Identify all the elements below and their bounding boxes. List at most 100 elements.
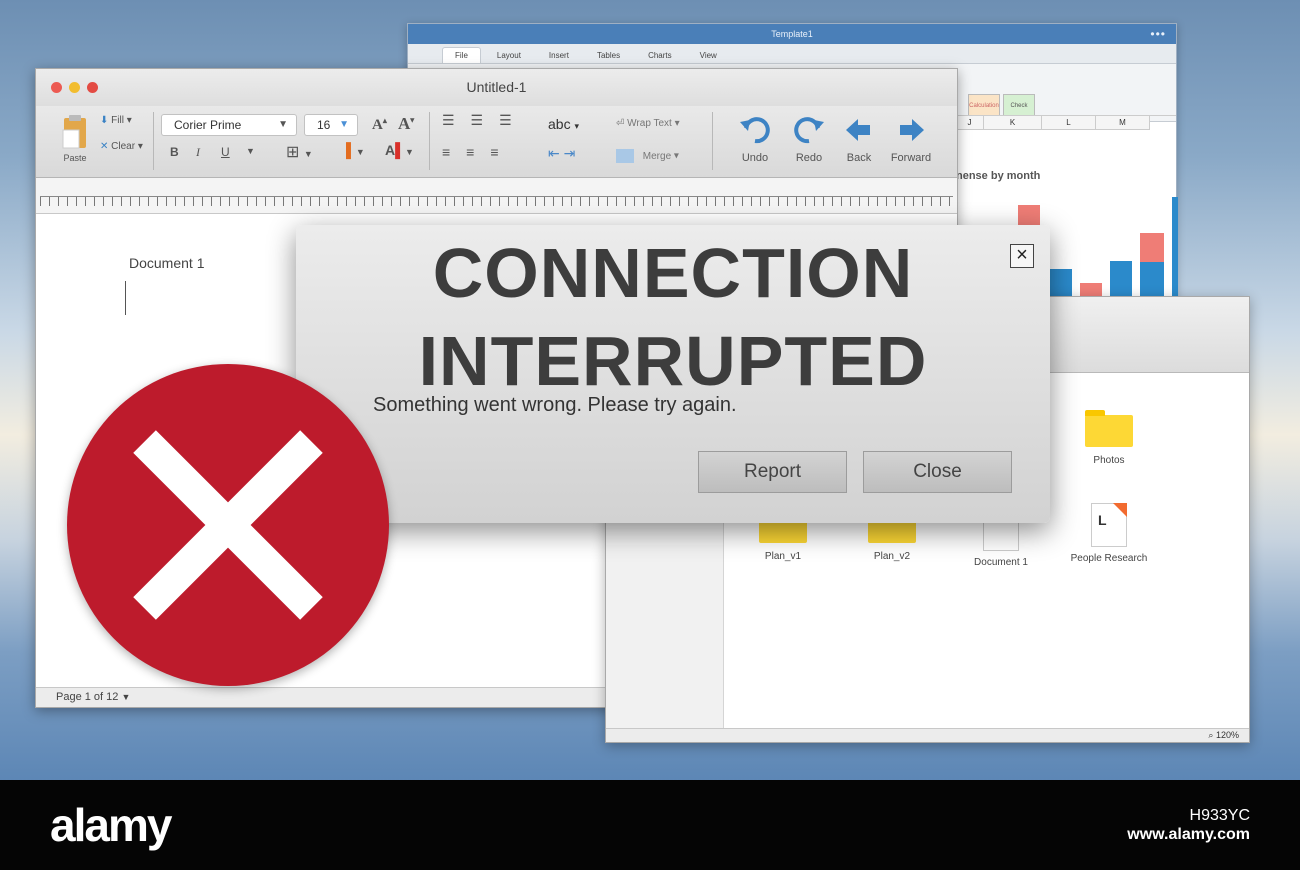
clear-x-icon: ✕ bbox=[100, 141, 109, 152]
spreadsheet-titlebar: Template1 ••• bbox=[408, 24, 1176, 44]
close-window-button[interactable] bbox=[51, 82, 62, 93]
chevron-down-icon: ▼ bbox=[278, 119, 288, 130]
dialog-message: Something went wrong. Please try again. bbox=[373, 394, 737, 416]
clear-button[interactable]: ✕ Clear ▾ bbox=[100, 141, 143, 152]
undo-label: Undo bbox=[741, 152, 769, 164]
spreadsheet-grid: J K L M bbox=[956, 115, 1176, 165]
highlight-icon[interactable]: ▌▼ bbox=[346, 142, 365, 158]
column-header[interactable]: L bbox=[1042, 116, 1096, 130]
chart-bar bbox=[1050, 269, 1072, 297]
spreadsheet-title: Template1 bbox=[771, 29, 813, 39]
document-titlebar: Untitled-1 bbox=[36, 69, 957, 106]
spreadsheet-tabs: File Layout Insert Tables Charts View bbox=[408, 44, 1176, 64]
font-family-select[interactable]: Corier Prime ▼ bbox=[161, 114, 297, 136]
italic-button[interactable]: I bbox=[196, 145, 200, 160]
chart-bar bbox=[1110, 261, 1132, 297]
tab-tables[interactable]: Tables bbox=[585, 48, 632, 63]
redo-button[interactable]: Redo bbox=[784, 114, 834, 164]
file-item-people-research[interactable]: L People Research bbox=[1064, 503, 1154, 564]
tab-file[interactable]: File bbox=[442, 47, 481, 63]
file-item-label: Plan_v1 bbox=[764, 551, 802, 562]
minimize-window-button[interactable] bbox=[69, 82, 80, 93]
file-item-label: Plan_v2 bbox=[873, 551, 911, 562]
paste-label: Paste bbox=[63, 153, 87, 163]
wrap-text-icon: ⏎ bbox=[616, 118, 625, 129]
arrow-left-icon bbox=[846, 119, 870, 141]
column-header[interactable]: K bbox=[984, 116, 1042, 130]
chart-bar bbox=[1080, 283, 1102, 297]
page-status-label: Page 1 of 12 bbox=[56, 691, 119, 703]
increase-font-button[interactable]: A▴ bbox=[372, 116, 387, 134]
file-item-label: Photos bbox=[1093, 455, 1125, 466]
column-header[interactable]: M bbox=[1096, 116, 1150, 130]
document-title: Untitled-1 bbox=[466, 79, 527, 95]
chart-title: nense by month bbox=[956, 170, 1041, 182]
spelling-label: abc bbox=[548, 116, 571, 132]
underline-button[interactable]: U bbox=[221, 145, 230, 159]
back-button[interactable]: Back bbox=[834, 114, 884, 164]
font-color-icon[interactable]: A▌▼ bbox=[385, 142, 414, 158]
magnifier-icon: ⌕ bbox=[1208, 730, 1214, 740]
zoom-window-button[interactable] bbox=[87, 82, 98, 93]
report-button[interactable]: Report bbox=[698, 451, 847, 493]
wrap-text-label: Wrap Text bbox=[627, 118, 672, 129]
merge-button[interactable]: Merge ▾ bbox=[616, 149, 679, 163]
redo-label: Redo bbox=[795, 152, 823, 164]
bold-button[interactable]: B bbox=[170, 145, 179, 159]
text-align-icons[interactable]: ≡≡≡ bbox=[442, 144, 515, 160]
clear-label: Clear bbox=[111, 141, 136, 152]
style-check[interactable]: Check bbox=[1003, 94, 1035, 116]
font-size-value: 16 bbox=[317, 118, 331, 132]
dialog-title-line1: CONNECTION bbox=[432, 234, 914, 312]
toolbar-separator bbox=[712, 112, 713, 170]
decrease-font-button[interactable]: A▾ bbox=[398, 114, 414, 134]
zoom-value: 120% bbox=[1215, 730, 1239, 740]
footer-bar: alamy H933YC www.alamy.com bbox=[0, 780, 1300, 870]
formatting-toolbar: Paste ⬇ Fill ▾ ✕ Clear ▾ Corier Prime ▼ … bbox=[36, 106, 957, 178]
dialog-title-line2: INTERRUPTED bbox=[418, 322, 928, 400]
merge-label: Merge bbox=[642, 150, 672, 162]
indent-icons[interactable]: ⇤ ⇥ bbox=[548, 145, 575, 162]
close-icon[interactable]: × bbox=[1010, 244, 1034, 268]
file-item-photos[interactable]: Photos bbox=[1064, 410, 1154, 466]
window-controls bbox=[51, 82, 98, 93]
text-cursor bbox=[125, 281, 126, 315]
document-heading[interactable]: Document 1 bbox=[129, 255, 204, 271]
font-size-select[interactable]: 16 ▼ bbox=[304, 114, 358, 136]
more-icon[interactable]: ••• bbox=[1150, 24, 1166, 44]
brand-logo: alamy bbox=[50, 799, 172, 851]
tab-charts[interactable]: Charts bbox=[636, 48, 684, 63]
chart-bars bbox=[1018, 189, 1178, 297]
tab-insert[interactable]: Insert bbox=[537, 48, 581, 63]
spelling-button[interactable]: abc ▾ bbox=[548, 116, 579, 132]
paste-button[interactable]: Paste bbox=[58, 114, 92, 163]
tab-layout[interactable]: Layout bbox=[485, 48, 533, 63]
chart-bar bbox=[1172, 197, 1178, 297]
style-calculation[interactable]: Calculation bbox=[968, 94, 1000, 116]
site-url: www.alamy.com bbox=[1127, 826, 1250, 843]
fill-label: Fill bbox=[111, 115, 124, 126]
chevron-down-icon: ▼ bbox=[339, 119, 349, 130]
tab-view[interactable]: View bbox=[688, 48, 729, 63]
toolbar-separator bbox=[429, 112, 430, 170]
zoom-status[interactable]: ⌕ 120% bbox=[606, 728, 1249, 742]
vertical-align-icons[interactable]: ☰☰☰ bbox=[442, 112, 528, 129]
undo-icon bbox=[740, 117, 770, 144]
forward-button[interactable]: Forward bbox=[886, 114, 936, 164]
wrap-text-button[interactable]: ⏎ Wrap Text ▾ bbox=[616, 118, 680, 129]
close-x-icon bbox=[133, 430, 323, 620]
column-header[interactable]: J bbox=[956, 116, 984, 130]
chevron-down-icon[interactable]: ▼ bbox=[246, 146, 255, 156]
file-item-label: People Research bbox=[1070, 553, 1148, 564]
image-id: H933YC bbox=[1189, 807, 1250, 824]
ruler[interactable] bbox=[36, 178, 957, 214]
fill-button[interactable]: ⬇ Fill ▾ bbox=[100, 115, 132, 126]
fill-down-icon: ⬇ bbox=[100, 115, 109, 126]
error-badge bbox=[67, 364, 389, 686]
forward-label: Forward bbox=[890, 152, 932, 164]
close-button[interactable]: Close bbox=[863, 451, 1012, 493]
undo-button[interactable]: Undo bbox=[730, 114, 780, 164]
document-icon: L bbox=[1091, 503, 1127, 547]
borders-icon[interactable]: ⊞ ▼ bbox=[286, 142, 313, 162]
redo-icon bbox=[794, 117, 824, 144]
